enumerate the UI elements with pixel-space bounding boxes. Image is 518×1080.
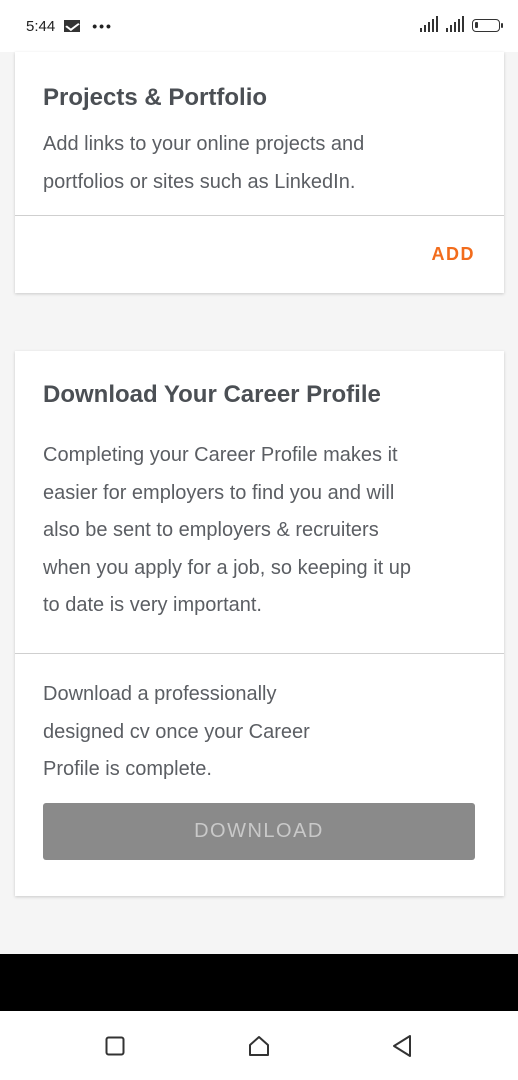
projects-title: Projects & Portfolio	[43, 84, 268, 111]
cv-description-line: Download a professionally	[43, 683, 277, 705]
projects-portfolio-card: Projects & Portfolio Add links to your o…	[15, 52, 504, 293]
cv-description-line: Profile is complete.	[43, 758, 212, 780]
home-icon[interactable]	[244, 1031, 274, 1061]
cv-description: Download a professionally designed cv on…	[43, 676, 363, 789]
battery-icon	[472, 19, 503, 32]
career-description-line: to date is very important.	[43, 594, 262, 616]
black-band	[0, 954, 518, 1011]
projects-description-line: Add links to your online projects and	[43, 133, 365, 155]
status-time: 5:44	[26, 17, 56, 35]
add-button[interactable]: ADD	[432, 244, 476, 265]
back-icon[interactable]	[387, 1031, 417, 1061]
recent-apps-icon[interactable]	[100, 1031, 130, 1061]
career-description: Completing your Career Profile makes it …	[43, 437, 473, 625]
projects-description: Add links to your online projects and po…	[43, 126, 473, 201]
divider	[15, 653, 504, 654]
more-notifications-icon: •••	[92, 18, 113, 34]
career-description-line: easier for employers to find you and wil…	[43, 481, 395, 504]
status-bar: 5:44 •••	[0, 0, 518, 52]
career-description-line: Completing your Career Profile makes it	[43, 444, 398, 466]
career-title: Download Your Career Profile	[43, 381, 381, 408]
projects-description-line: portfolios or sites such as LinkedIn.	[43, 170, 356, 193]
career-description-line: when you apply for a job, so keeping it …	[43, 556, 412, 579]
signal-icon-2	[446, 16, 464, 32]
mail-icon	[64, 20, 81, 32]
download-button[interactable]: DOWNLOAD	[43, 803, 475, 860]
navigation-bar	[0, 1011, 518, 1080]
signal-icon	[420, 16, 438, 32]
divider	[15, 215, 504, 216]
career-profile-card: Download Your Career Profile Completing …	[15, 351, 504, 896]
status-indicators	[420, 16, 503, 32]
cv-description-line: designed cv once your Career	[43, 720, 310, 743]
career-description-line: also be sent to employers & recruiters	[43, 519, 379, 541]
